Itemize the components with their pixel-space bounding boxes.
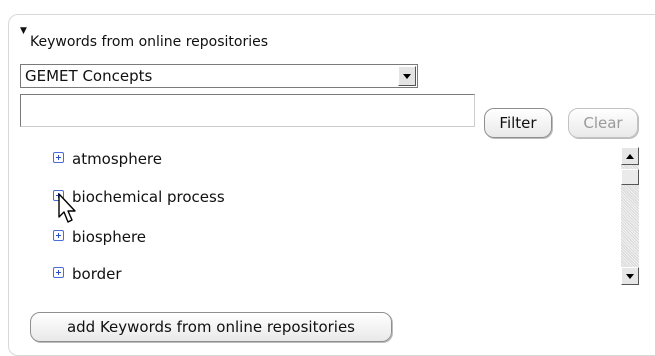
add-keywords-button[interactable]: add Keywords from online repositories xyxy=(30,312,392,342)
filter-button[interactable]: Filter xyxy=(484,108,552,138)
dropdown-arrow-icon[interactable] xyxy=(398,66,416,86)
tree-item-label[interactable]: biosphere xyxy=(72,228,146,246)
tree-scrollbar[interactable] xyxy=(621,147,639,285)
expand-plus-icon[interactable] xyxy=(53,152,64,163)
keyword-tree: atmosphere biochemical process biosphere… xyxy=(20,143,620,293)
scroll-thumb[interactable] xyxy=(621,169,639,185)
tree-item-label[interactable]: border xyxy=(72,265,122,283)
tree-item[interactable]: biosphere xyxy=(53,227,146,247)
section-header[interactable]: ▼ Keywords from online repositories xyxy=(20,26,269,50)
scroll-up-icon[interactable] xyxy=(621,147,639,165)
expand-plus-icon[interactable] xyxy=(53,230,64,241)
clear-button[interactable]: Clear xyxy=(568,108,638,138)
section-title: Keywords from online repositories xyxy=(30,34,269,50)
scroll-down-icon[interactable] xyxy=(621,267,639,285)
filter-input[interactable] xyxy=(20,94,475,127)
expand-plus-icon[interactable] xyxy=(53,267,64,278)
tree-item[interactable]: border xyxy=(53,264,122,284)
tree-item[interactable]: atmosphere xyxy=(53,149,162,169)
collapse-triangle-icon[interactable]: ▼ xyxy=(20,26,27,36)
tree-item-label[interactable]: atmosphere xyxy=(72,150,162,168)
mouse-pointer-icon xyxy=(58,193,76,223)
repository-select-value: GEMET Concepts xyxy=(25,67,153,85)
tree-item-label[interactable]: biochemical process xyxy=(72,188,225,206)
repository-select[interactable]: GEMET Concepts xyxy=(20,64,418,88)
